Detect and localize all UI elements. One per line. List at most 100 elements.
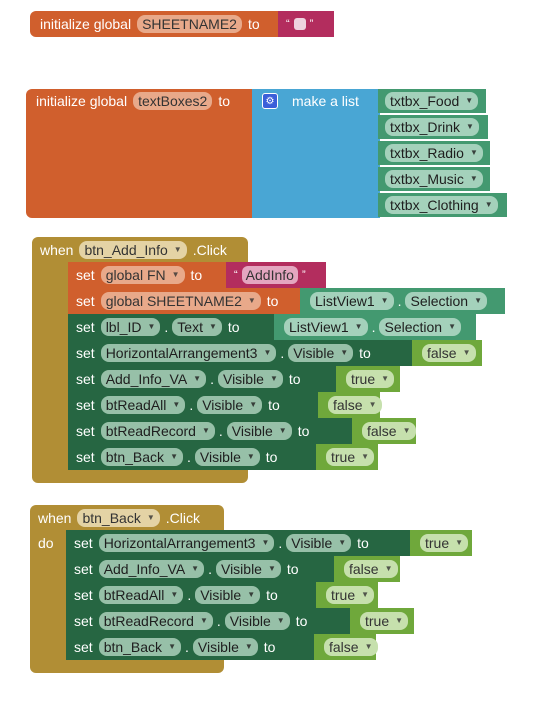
init-global-textboxes2-block[interactable]: initialize global textBoxes2 to	[26, 89, 254, 218]
component-dropdown[interactable]: HorizontalArrangement3 ▼	[98, 534, 275, 552]
boolean-dropdown[interactable]: true ▼	[326, 448, 375, 466]
component-dropdown[interactable]: Add_Info_VA ▼	[98, 560, 205, 578]
set-lbl-id-text-block[interactable]: set lbl_ID ▼ . Text ▼ to	[68, 314, 276, 340]
string-value-field[interactable]	[293, 18, 306, 30]
to-keyword: to	[288, 371, 301, 387]
dropdown-icon: ▼	[278, 426, 287, 435]
set-global-fn-block[interactable]: set global FN ▼ to	[68, 262, 228, 288]
set-visible-block[interactable]: set btReadRecord ▼ . Visible ▼ to	[68, 418, 354, 444]
set-visible-block[interactable]: set Add_Info_VA ▼ . Visible ▼ to	[66, 556, 336, 582]
set-global-sheetname2-block[interactable]: set global SHEETNAME2 ▼ to	[68, 288, 302, 314]
boolean-block[interactable]: true ▼	[336, 366, 400, 392]
property-dropdown[interactable]: Visible ▼	[288, 344, 354, 362]
empty-string-block[interactable]: “ ”	[278, 11, 334, 37]
set-visible-block[interactable]: set Add_Info_VA ▼ . Visible ▼ to	[68, 366, 338, 392]
component-dropdown[interactable]: ListView1 ▼	[310, 292, 394, 310]
set-visible-block[interactable]: set HorizontalArrangement3 ▼ . Visible ▼ t…	[66, 530, 412, 556]
variable-name-field[interactable]: SHEETNAME2	[137, 15, 242, 33]
component-dropdown[interactable]: txtbx_Music ▼	[385, 170, 483, 188]
component-dropdown[interactable]: btReadRecord ▼	[98, 612, 213, 630]
component-dropdown[interactable]: Add_Info_VA ▼	[100, 370, 207, 388]
component-dropdown[interactable]: btn_Back ▼	[77, 509, 160, 527]
property-dropdown[interactable]: Selection ▼	[405, 292, 487, 310]
property-dropdown[interactable]: Visible ▼	[217, 370, 283, 388]
property-dropdown[interactable]: Visible ▼	[197, 396, 263, 414]
property-dropdown[interactable]: Visible ▼	[215, 560, 281, 578]
property-dropdown[interactable]: Visible ▼	[195, 586, 261, 604]
component-dropdown[interactable]: btReadRecord ▼	[100, 422, 215, 440]
make-a-list-block[interactable]: ⚙ make a list	[252, 89, 380, 218]
boolean-block[interactable]: false ▼	[352, 418, 416, 444]
set-keyword: set	[76, 267, 95, 283]
component-name: Add_Info_VA	[103, 561, 186, 577]
set-visible-block[interactable]: set btReadAll ▼ . Visible ▼ to	[68, 392, 320, 418]
list-item-block[interactable]: txtbx_Drink ▼	[378, 115, 488, 139]
list-item-block[interactable]: txtbx_Music ▼	[378, 167, 490, 191]
list-item-block[interactable]: txtbx_Clothing ▼	[378, 193, 507, 217]
string-block[interactable]: “ AddInfo ”	[226, 262, 326, 288]
set-visible-block[interactable]: set btn_Back ▼ . Visible ▼ to	[66, 634, 316, 660]
component-dropdown[interactable]: btn_Back ▼	[98, 638, 181, 656]
boolean-dropdown[interactable]: true ▼	[420, 534, 469, 552]
variable-dropdown[interactable]: global FN ▼	[100, 266, 185, 284]
string-value-field[interactable]: AddInfo	[241, 266, 298, 284]
component-dropdown[interactable]: HorizontalArrangement3 ▼	[100, 344, 277, 362]
init-global-sheetname2-block[interactable]: initialize global SHEETNAME2 to	[30, 11, 280, 37]
property-name: Visible	[293, 345, 335, 361]
list-item-block[interactable]: txtbx_Radio ▼	[378, 141, 490, 165]
boolean-value: true	[365, 613, 390, 629]
component-dropdown[interactable]: lbl_ID ▼	[100, 318, 161, 336]
component-getter-block[interactable]: ListView1 ▼ . Selection ▼	[274, 314, 476, 340]
dropdown-icon: ▼	[465, 96, 474, 105]
boolean-dropdown[interactable]: true ▼	[360, 612, 409, 630]
boolean-block[interactable]: false ▼	[334, 556, 400, 582]
gear-icon[interactable]: ⚙	[262, 93, 278, 109]
boolean-value: false	[333, 397, 363, 413]
do-keyword: do	[38, 535, 54, 551]
boolean-dropdown[interactable]: false ▼	[344, 560, 398, 578]
variable-name-field[interactable]: textBoxes2	[133, 92, 213, 110]
to-keyword: to	[295, 613, 308, 629]
component-dropdown[interactable]: txtbx_Clothing ▼	[385, 196, 498, 214]
set-visible-block[interactable]: set btn_Back ▼ . Visible ▼ to	[68, 444, 318, 470]
component-dropdown[interactable]: ListView1 ▼	[284, 318, 368, 336]
boolean-block[interactable]: false ▼	[318, 392, 382, 418]
property-dropdown[interactable]: Text ▼	[172, 318, 222, 336]
boolean-block[interactable]: true ▼	[410, 530, 472, 556]
component-dropdown[interactable]: btn_Add_Info ▼	[79, 241, 187, 259]
variable-dropdown[interactable]: global SHEETNAME2 ▼	[100, 292, 261, 310]
boolean-dropdown[interactable]: false ▼	[328, 396, 382, 414]
boolean-block[interactable]: true ▼	[316, 582, 378, 608]
set-visible-block[interactable]: set btReadRecord ▼ . Visible ▼ to	[66, 608, 352, 634]
boolean-block[interactable]: true ▼	[316, 444, 378, 470]
dropdown-icon: ▼	[381, 374, 390, 383]
boolean-dropdown[interactable]: true ▼	[326, 586, 375, 604]
property-dropdown[interactable]: Visible ▼	[286, 534, 352, 552]
to-keyword: to	[218, 93, 231, 109]
component-dropdown[interactable]: btReadAll ▼	[98, 586, 184, 604]
set-visible-block[interactable]: set HorizontalArrangement3 ▼ . Visible ▼ t…	[68, 340, 414, 366]
component-dropdown[interactable]: btReadAll ▼	[100, 396, 186, 414]
property-dropdown[interactable]: Visible ▼	[194, 448, 260, 466]
component-dropdown[interactable]: txtbx_Drink ▼	[385, 118, 479, 136]
boolean-block[interactable]: true ▼	[350, 608, 414, 634]
component-dropdown[interactable]: txtbx_Food ▼	[385, 92, 479, 110]
list-item-block[interactable]: txtbx_Food ▼	[378, 89, 486, 113]
set-visible-block[interactable]: set btReadAll ▼ . Visible ▼ to	[66, 582, 318, 608]
dropdown-icon: ▼	[455, 538, 464, 547]
boolean-dropdown[interactable]: false ▼	[324, 638, 378, 656]
property-dropdown[interactable]: Visible ▼	[192, 638, 258, 656]
component-dropdown[interactable]: btn_Back ▼	[100, 448, 183, 466]
boolean-block[interactable]: false ▼	[314, 634, 378, 660]
component-dropdown[interactable]: txtbx_Radio ▼	[385, 144, 483, 162]
property-dropdown[interactable]: Selection ▼	[379, 318, 461, 336]
boolean-dropdown[interactable]: false ▼	[362, 422, 416, 440]
dropdown-icon: ▼	[462, 348, 471, 357]
component-getter-block[interactable]: ListView1 ▼ . Selection ▼	[300, 288, 505, 314]
property-dropdown[interactable]: Visible ▼	[224, 612, 290, 630]
boolean-dropdown[interactable]: true ▼	[346, 370, 395, 388]
property-dropdown[interactable]: Visible ▼	[226, 422, 292, 440]
boolean-dropdown[interactable]: false ▼	[422, 344, 476, 362]
property-name: Visible	[200, 587, 242, 603]
boolean-block[interactable]: false ▼	[412, 340, 482, 366]
